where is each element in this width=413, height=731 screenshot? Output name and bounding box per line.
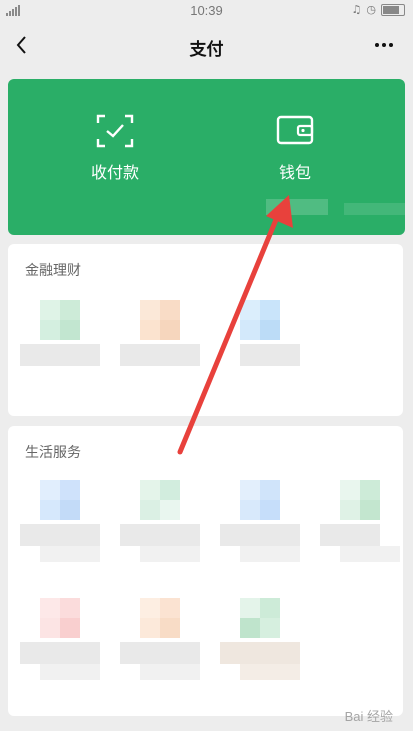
blurred-label <box>220 642 300 664</box>
wallet-label: 钱包 <box>278 163 311 182</box>
blurred-label <box>20 344 100 366</box>
nav-bar: 支付 <box>0 22 413 70</box>
life-service-tile[interactable] <box>320 480 400 562</box>
finance-tile[interactable] <box>20 300 100 380</box>
life-service-tile[interactable] <box>20 598 100 680</box>
service-icon <box>140 480 180 520</box>
collect-pay-label: 收付款 <box>90 163 139 182</box>
alarm-icon: ◷ <box>366 3 376 16</box>
service-icon <box>40 300 80 340</box>
life-service-tile[interactable] <box>120 480 200 562</box>
life-service-tile[interactable] <box>220 480 300 562</box>
wallet-button[interactable]: 钱包 <box>235 113 355 183</box>
blurred-edge <box>344 203 405 215</box>
battery-icon <box>381 3 405 16</box>
blurred-label <box>20 524 100 546</box>
finance-tile[interactable] <box>220 300 300 380</box>
watermark: Bai 经验 <box>344 709 393 724</box>
status-bar: 10:39 ♫ ◷ <box>0 0 413 22</box>
finance-section: 金融理财 <box>8 244 403 416</box>
service-icon <box>140 598 180 638</box>
blurred-label <box>120 344 200 366</box>
service-icon <box>40 598 80 638</box>
blurred-balance <box>266 199 328 215</box>
life-service-tile[interactable] <box>20 480 100 562</box>
life-services-section: 生活服务 <box>8 426 403 716</box>
blurred-label <box>120 642 200 664</box>
blurred-label <box>120 524 200 546</box>
finance-tile[interactable] <box>120 300 200 380</box>
life-section-title: 生活服务 <box>25 445 81 461</box>
service-icon <box>240 598 280 638</box>
life-service-tile[interactable] <box>120 598 200 680</box>
blurred-label <box>320 524 380 546</box>
life-service-tile[interactable] <box>220 598 300 680</box>
mute-bell-icon: ♫ <box>351 3 362 16</box>
wallet-icon <box>276 115 314 145</box>
service-icon <box>140 300 180 340</box>
blurred-label <box>240 344 300 366</box>
blurred-label <box>20 642 100 664</box>
service-icon <box>340 480 380 520</box>
service-icon <box>40 480 80 520</box>
service-icon <box>240 300 280 340</box>
status-icons: ♫ ◷ <box>352 3 405 16</box>
finance-section-title: 金融理财 <box>25 263 81 279</box>
collect-pay-button[interactable]: 收付款 <box>55 113 175 183</box>
service-icon <box>240 480 280 520</box>
page-title: 支付 <box>189 40 224 60</box>
scan-frame-check-icon <box>96 114 134 148</box>
pay-card: 收付款 钱包 <box>8 79 405 235</box>
blurred-label <box>220 524 300 546</box>
more-dots-icon[interactable] <box>371 34 397 56</box>
